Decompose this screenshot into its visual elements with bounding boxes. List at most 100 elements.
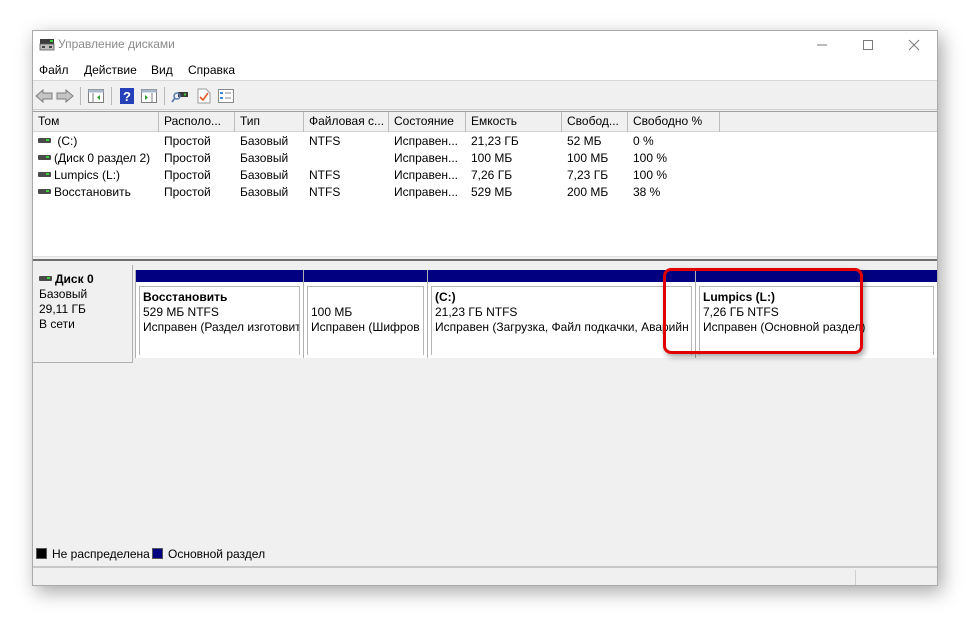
close-button[interactable] [891, 31, 937, 59]
volume-name: Восстановить [54, 185, 131, 199]
maximize-button[interactable] [845, 31, 891, 59]
volume-name: (Диск 0 раздел 2) [54, 151, 151, 165]
partition-lumpics-l[interactable]: Lumpics (L:) 7,26 ГБ NTFS Исправен (Осно… [695, 270, 937, 358]
partition-status: Исправен (Раздел изготовит [143, 320, 300, 334]
disk-status: В сети [39, 317, 75, 331]
partition-title: (C:) [435, 290, 456, 304]
disk-0-partitions: Восстановить 529 МБ NTFS Исправен (Разде… [135, 270, 937, 358]
toolbar-separator [80, 87, 81, 105]
checklist-icon [218, 89, 234, 103]
volume-filesystem: NTFS [309, 134, 341, 148]
volume-layout: Простой [164, 134, 211, 148]
volume-type: Базовый [240, 151, 289, 165]
status-bar [33, 566, 937, 585]
help-button[interactable]: ? [118, 87, 136, 105]
menu-help[interactable]: Справка [188, 63, 235, 77]
legend: Не распределена Основной раздел [33, 544, 937, 564]
show-hide-action-pane-button[interactable] [140, 87, 158, 105]
volume-filesystem: NTFS [309, 168, 341, 182]
primary-partition-bar [428, 270, 695, 282]
column-header-layout[interactable]: Располо... [159, 112, 235, 132]
volume-capacity: 7,26 ГБ [471, 168, 513, 182]
partition-size: 100 МБ [311, 305, 353, 319]
status-bar-separator [855, 570, 856, 585]
partition-size: 7,26 ГБ NTFS [703, 305, 779, 319]
minimize-icon [817, 44, 827, 46]
show-hide-console-tree-button[interactable] [87, 87, 105, 105]
volume-layout: Простой [164, 168, 211, 182]
volume-row[interactable]: (C:) Простой Базовый NTFS Исправен... 21… [33, 133, 937, 150]
partition-size: 529 МБ NTFS [143, 305, 219, 319]
legend-swatch-primary [152, 548, 163, 559]
volume-icon [38, 172, 51, 178]
volume-free-percent: 38 % [633, 185, 661, 199]
partition-title: Lumpics (L:) [703, 290, 775, 304]
disk-0-info[interactable]: Диск 0 Базовый 29,11 ГБ В сети [33, 265, 133, 363]
minimize-button[interactable] [799, 31, 845, 59]
close-icon [908, 39, 920, 51]
column-header-filesystem[interactable]: Файловая с... [304, 112, 389, 132]
rescan-disks-icon [171, 92, 188, 103]
volume-name: Lumpics (L:) [54, 168, 121, 182]
disk-type: Базовый [39, 287, 88, 301]
menu-action[interactable]: Действие [84, 63, 137, 77]
volume-free-percent: 100 % [633, 168, 668, 182]
disk-icon [39, 276, 52, 282]
console-tree-icon [88, 89, 104, 103]
volume-status: Исправен... [394, 168, 459, 182]
partition-recovery[interactable]: Восстановить 529 МБ NTFS Исправен (Разде… [135, 270, 303, 358]
menu-file[interactable]: Файл [39, 63, 69, 77]
volume-list-header: Том Располо... Тип Файловая с... Состоян… [33, 112, 937, 132]
toolbar-separator [111, 87, 112, 105]
volume-row[interactable]: Восстановить Простой Базовый NTFS Исправ… [33, 184, 937, 201]
legend-label-unallocated: Не распределена [52, 547, 150, 561]
primary-partition-bar [304, 270, 427, 282]
volume-filesystem: NTFS [309, 185, 341, 199]
partition-efi[interactable]: 100 МБ Исправен (Шифров [303, 270, 427, 358]
back-button[interactable] [35, 87, 53, 105]
column-header-free-percent[interactable]: Свободно % [628, 112, 720, 132]
title-bar: Управление дисками [33, 31, 937, 59]
volume-free-space: 7,23 ГБ [567, 168, 609, 182]
volume-layout: Простой [164, 151, 211, 165]
volume-type: Базовый [240, 185, 289, 199]
disk-management-window: Управление дисками Файл Действие Вид Спр… [32, 30, 938, 586]
partition-size: 21,23 ГБ NTFS [435, 305, 518, 319]
volume-free-space: 52 МБ [567, 134, 602, 148]
volume-row[interactable]: (Диск 0 раздел 2) Простой Базовый Исправ… [33, 150, 937, 167]
toolbar-separator [164, 87, 165, 105]
column-header-type[interactable]: Тип [235, 112, 304, 132]
volume-status: Исправен... [394, 185, 459, 199]
action-pane-icon [141, 89, 157, 103]
properties-icon [197, 88, 211, 104]
volume-free-space: 100 МБ [567, 151, 609, 165]
volume-free-percent: 100 % [633, 151, 668, 165]
properties-button[interactable] [195, 87, 213, 105]
pane-splitter[interactable] [33, 256, 937, 261]
column-header-capacity[interactable]: Емкость [466, 112, 562, 132]
disk-management-app-icon [39, 38, 55, 51]
volume-icon [38, 189, 51, 195]
volume-capacity: 21,23 ГБ [471, 134, 519, 148]
partition-title: Восстановить [143, 290, 228, 304]
volume-free-space: 200 МБ [567, 185, 609, 199]
volume-status: Исправен... [394, 134, 459, 148]
partition-status: Исправен (Основной раздел) [703, 320, 866, 334]
column-header-volume[interactable]: Том [33, 112, 159, 132]
legend-swatch-unallocated [36, 548, 47, 559]
primary-partition-bar [696, 270, 937, 282]
checklist-button[interactable] [217, 87, 235, 105]
forward-icon [56, 89, 74, 103]
rescan-disks-button[interactable] [171, 87, 189, 105]
disk-name: Диск 0 [55, 272, 94, 286]
volume-row[interactable]: Lumpics (L:) Простой Базовый NTFS Исправ… [33, 167, 937, 184]
partition-c[interactable]: (C:) 21,23 ГБ NTFS Исправен (Загрузка, Ф… [427, 270, 695, 358]
column-header-status[interactable]: Состояние [389, 112, 466, 132]
volume-list: Том Располо... Тип Файловая с... Состоян… [33, 111, 937, 256]
forward-button[interactable] [56, 87, 74, 105]
menu-view[interactable]: Вид [151, 63, 173, 77]
partition-status: Исправен (Загрузка, Файл подкачки, Авари… [435, 320, 689, 334]
volume-status: Исправен... [394, 151, 459, 165]
help-icon: ? [120, 88, 134, 104]
column-header-free-space[interactable]: Свобод... [562, 112, 628, 132]
